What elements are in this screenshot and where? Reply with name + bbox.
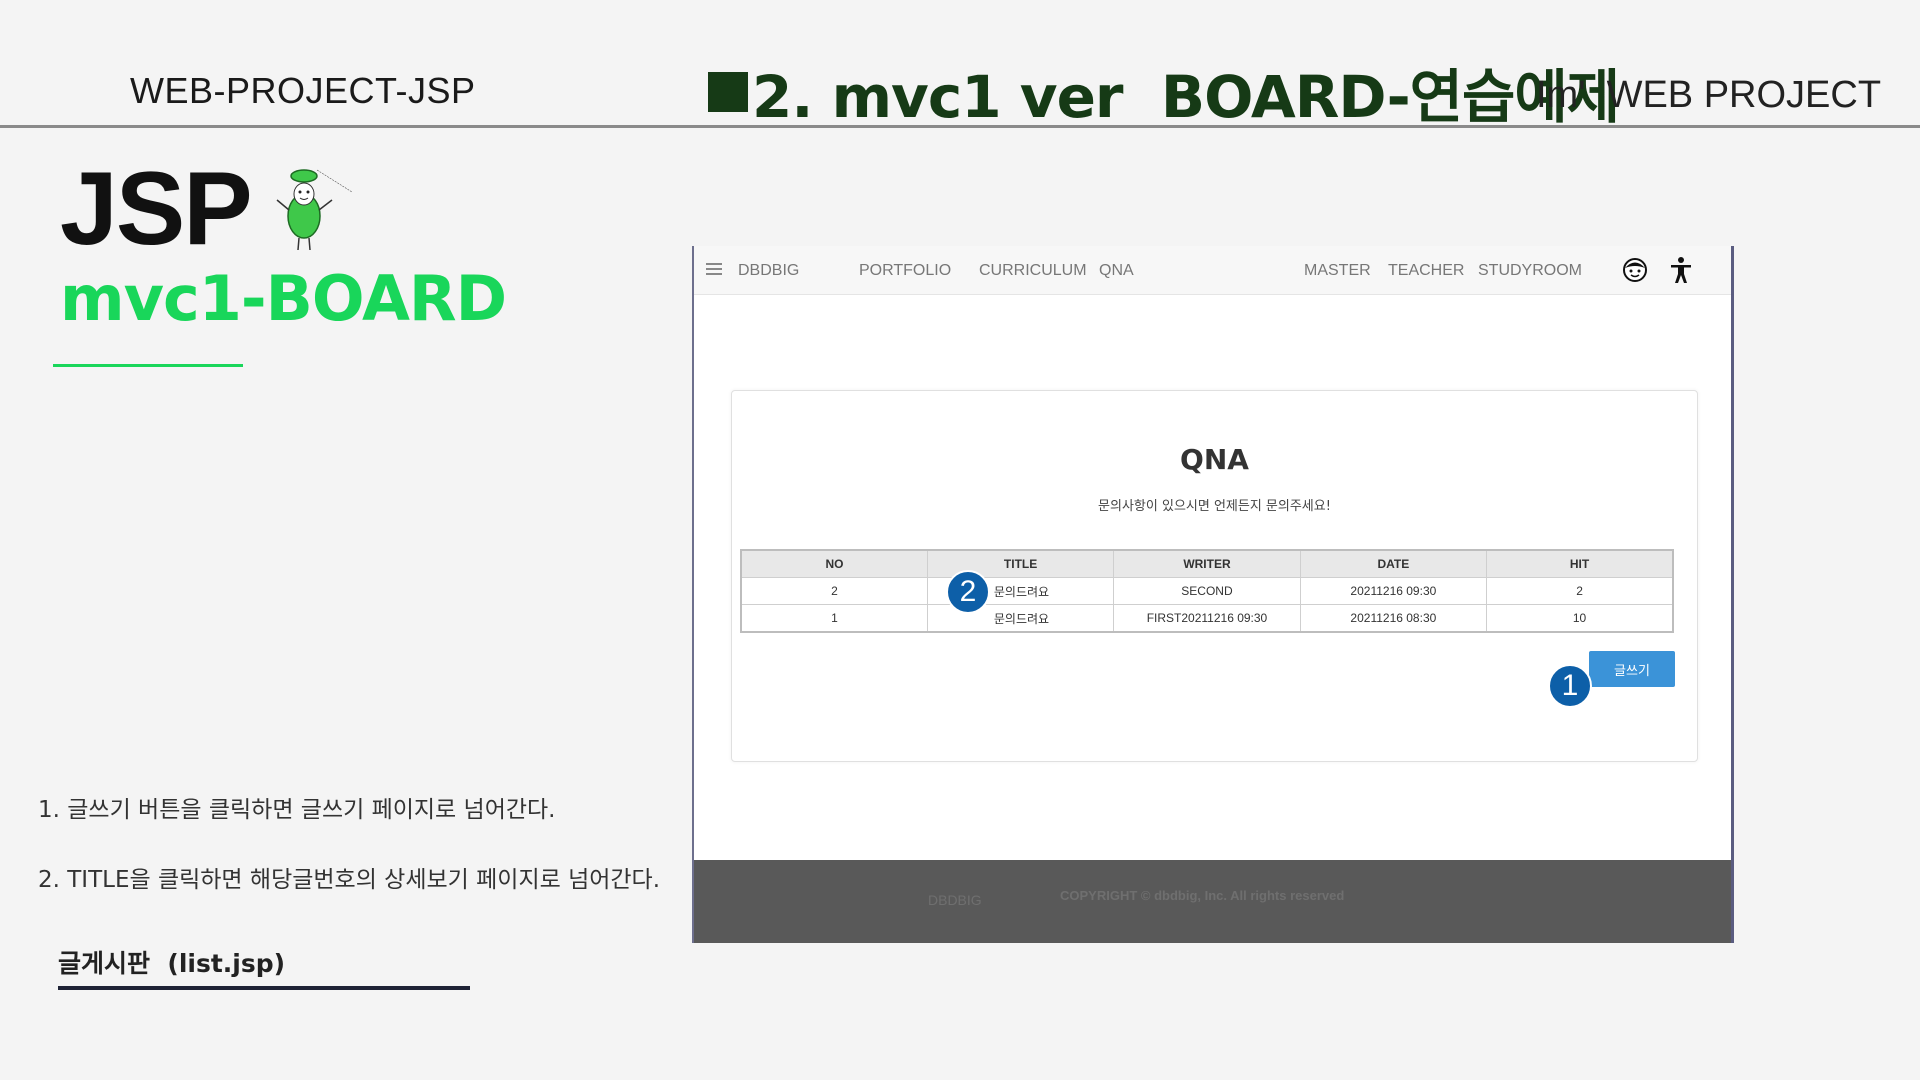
accent-divider (53, 364, 243, 367)
column-header-date: DATE (1299, 549, 1488, 578)
column-header-hit: HIT (1486, 549, 1674, 578)
footer-copyright: COPYRIGHT © dbdbig, Inc. All rights rese… (1060, 888, 1345, 903)
table-row: 1 문의드려요 FIRST20211216 09:30 20211216 08:… (740, 604, 1674, 633)
column-header-no: NO (740, 549, 928, 578)
table-header-row: NO TITLE WRITER DATE HIT (740, 549, 1674, 578)
square-bullet-icon (708, 72, 748, 112)
nav-item-qna[interactable]: QNA (1099, 262, 1134, 280)
header-right-title: Im' WEB PROJECT (1536, 74, 1882, 116)
slide-title-text: 2. mvc1 ver BOARD-연습예제 (752, 63, 1620, 131)
cell-date: 20211216 08:30 (1299, 604, 1488, 633)
cell-hit: 10 (1486, 604, 1674, 633)
cell-no: 2 (740, 577, 928, 605)
header-divider (0, 125, 1920, 128)
cell-hit: 2 (1486, 577, 1674, 605)
face-icon[interactable] (1622, 257, 1648, 283)
nav-item-curriculum[interactable]: CURRICULUM (979, 262, 1087, 280)
instruction-note-1: 1. 글쓰기 버튼을 클릭하면 글쓰기 페이지로 넘어간다. (38, 797, 556, 823)
instruction-note-2: 2. TITLE을 클릭하면 해당글번호의 상세보기 페이지로 넘어간다. (38, 867, 661, 893)
nav-item-portfolio[interactable]: PORTFOLIO (859, 262, 951, 280)
board-title: QNA (1180, 443, 1249, 476)
main-title: JSP (60, 151, 253, 267)
cell-writer: SECOND (1113, 577, 1301, 605)
site-navbar: DBDBIG PORTFOLIO CURRICULUM QNA MASTER T… (694, 246, 1731, 295)
qna-table: NO TITLE WRITER DATE HIT 2 문의드려요 SECOND … (740, 549, 1674, 633)
sub-title: mvc1-BOARD (60, 262, 507, 335)
browser-screenshot: DBDBIG PORTFOLIO CURRICULUM QNA MASTER T… (692, 246, 1734, 943)
column-header-writer: WRITER (1113, 549, 1301, 578)
cell-date: 20211216 09:30 (1299, 577, 1488, 605)
nav-item-teacher[interactable]: TEACHER (1388, 262, 1464, 280)
file-label-underline (58, 986, 470, 990)
site-footer: DBDBIG COPYRIGHT © dbdbig, Inc. All righ… (694, 860, 1731, 943)
qna-board-card: QNA 문의사항이 있으시면 언제든지 문의주세요! NO TITLE WRIT… (731, 390, 1698, 762)
cell-no: 1 (740, 604, 928, 633)
write-post-button[interactable]: 글쓰기 (1589, 651, 1675, 687)
mascot-illustration (276, 169, 353, 251)
header-left-title: WEB-PROJECT-JSP (130, 70, 476, 111)
accessibility-icon[interactable] (1668, 256, 1694, 284)
cell-writer: FIRST20211216 09:30 (1113, 604, 1301, 633)
footer-brand: DBDBIG (928, 892, 982, 908)
file-label: 글게시판 (list.jsp) (58, 949, 286, 978)
nav-item-studyroom[interactable]: STUDYROOM (1478, 262, 1582, 280)
board-description: 문의사항이 있으시면 언제든지 문의주세요! (1098, 499, 1331, 514)
nav-brand[interactable]: DBDBIG (738, 262, 799, 280)
nav-item-master[interactable]: MASTER (1304, 262, 1371, 280)
table-row: 2 문의드려요 SECOND 20211216 09:30 2 (740, 577, 1674, 605)
callout-badge-2: 2 (946, 570, 990, 614)
slide-title: 2. mvc1 ver BOARD-연습예제 (708, 50, 1620, 134)
hamburger-icon[interactable] (706, 263, 722, 278)
callout-badge-1: 1 (1548, 664, 1592, 708)
